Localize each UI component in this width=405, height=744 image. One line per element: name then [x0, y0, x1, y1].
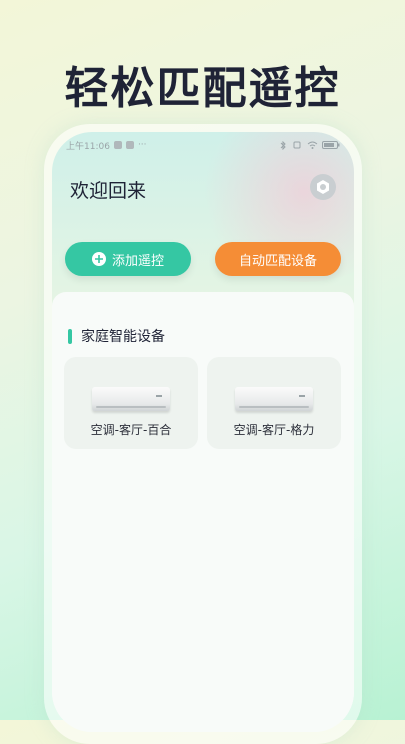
app-screen: 上午11:06 ··· 欢迎回来 添加遥控 自动匹配设备 家庭智能设备 空调-客…	[52, 132, 354, 732]
air-conditioner-icon	[92, 387, 170, 411]
status-extra: ···	[137, 140, 147, 150]
auto-match-button[interactable]: 自动匹配设备	[215, 242, 341, 276]
bluetooth-icon	[280, 140, 286, 150]
page-title: 欢迎回来	[70, 180, 147, 202]
device-tile-gree[interactable]: 空调-客厅-格力	[207, 357, 341, 449]
section-header: 家庭智能设备	[68, 326, 165, 346]
device-tile-baihe[interactable]: 空调-客厅-百合	[64, 357, 198, 449]
device-name: 空调-客厅-格力	[233, 423, 315, 437]
status-left: 上午11:06 ···	[66, 139, 147, 152]
wifi-icon	[307, 141, 318, 149]
promo-headline: 轻松匹配遥控	[64, 63, 341, 114]
add-remote-button[interactable]: 添加遥控	[65, 242, 191, 276]
status-time: 上午11:06	[66, 141, 110, 152]
settings-button[interactable]	[310, 174, 336, 200]
air-conditioner-icon	[235, 387, 313, 411]
notification-icon	[113, 141, 122, 149]
plus-circle-icon	[91, 252, 106, 266]
gear-icon	[317, 180, 329, 194]
section-title: 家庭智能设备	[81, 329, 165, 345]
device-card: 家庭智能设备 空调-客厅-百合 空调-客厅-格力	[52, 292, 354, 732]
vibrate-icon	[293, 141, 301, 149]
battery-icon	[322, 141, 340, 149]
notification-icon	[125, 141, 134, 149]
status-bar: 上午11:06 ···	[66, 138, 340, 152]
device-name: 空调-客厅-百合	[90, 423, 172, 437]
add-remote-label: 添加遥控	[111, 253, 164, 269]
auto-match-label: 自动匹配设备	[238, 253, 317, 269]
status-right	[280, 140, 340, 150]
section-accent-bar	[68, 328, 72, 344]
